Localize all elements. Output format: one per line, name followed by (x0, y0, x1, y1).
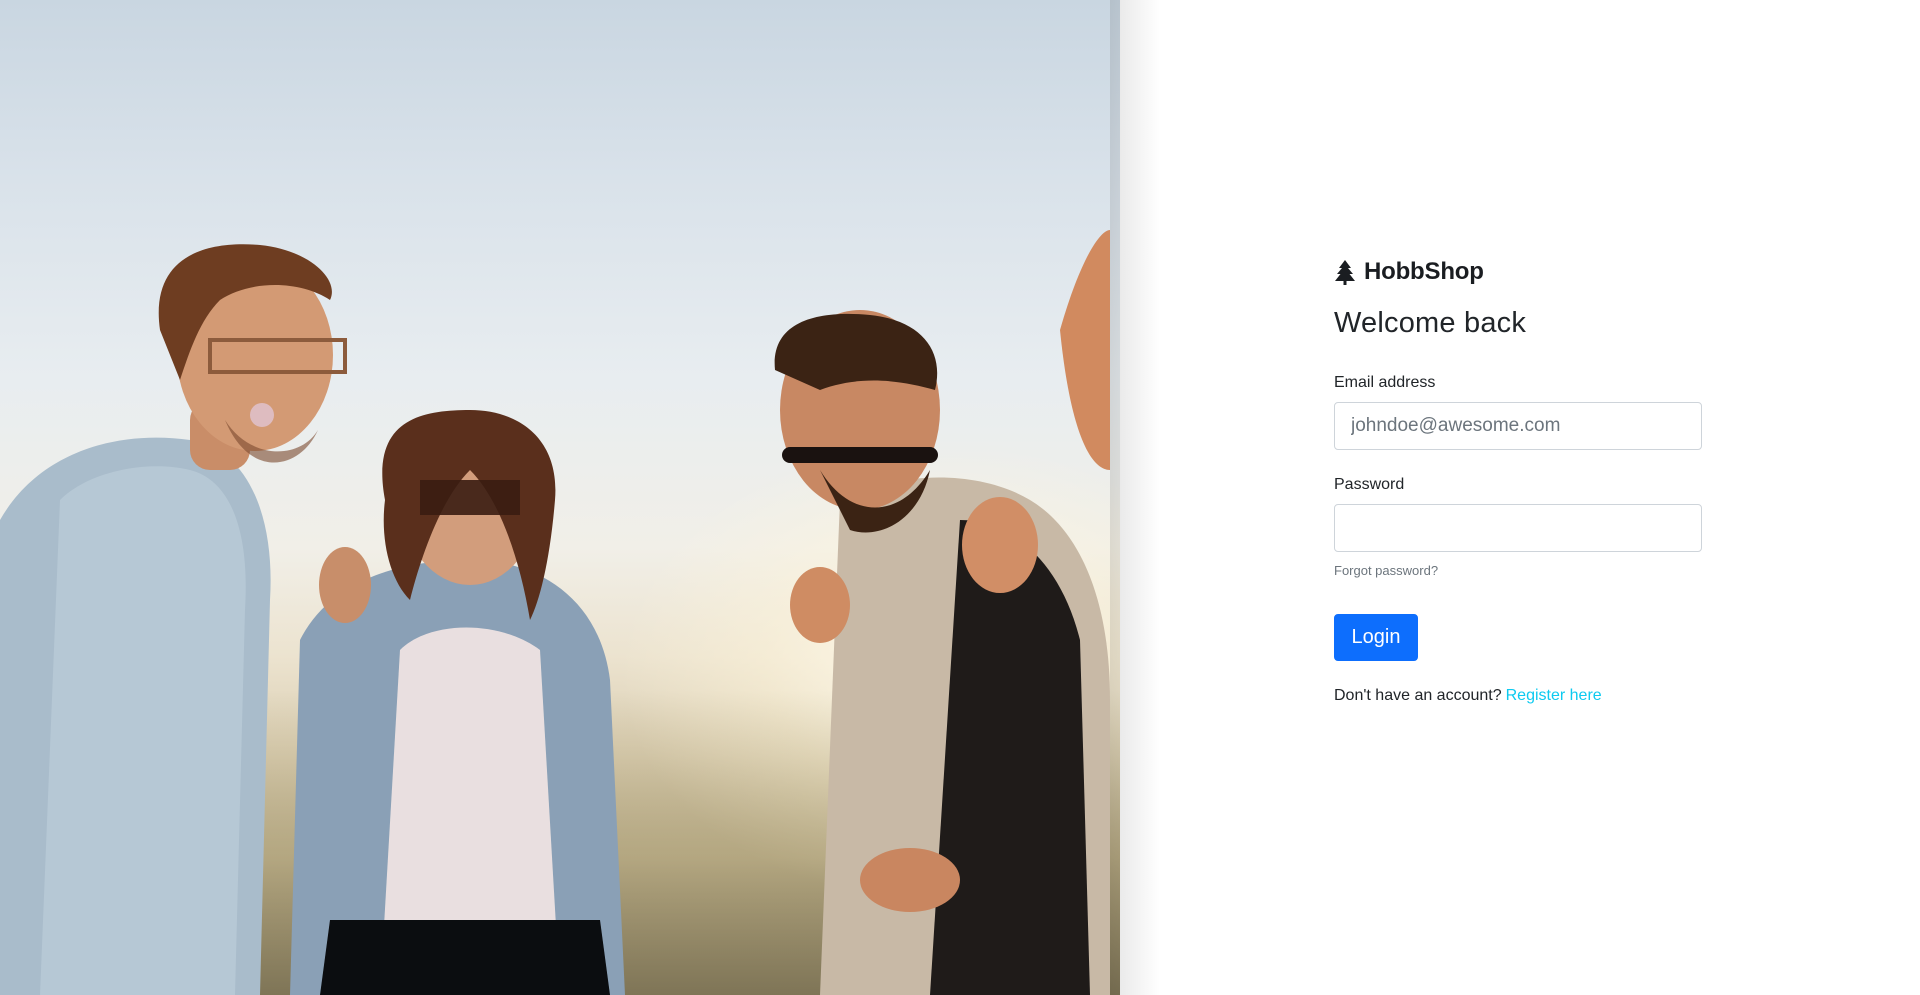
login-button[interactable]: Login (1334, 614, 1418, 661)
person-middle-woman (290, 410, 625, 995)
register-prompt-text: Don't have an account? (1334, 687, 1502, 704)
hero-photo (0, 0, 1120, 995)
person-right-man (774, 230, 1110, 995)
people-illustration (0, 230, 1110, 995)
login-page: HobbShop Welcome back Email address Pass… (0, 0, 1920, 995)
password-input[interactable] (1334, 504, 1702, 552)
login-panel: HobbShop Welcome back Email address Pass… (1334, 255, 1702, 705)
password-field-group: Password (1334, 476, 1702, 552)
tree-icon (1334, 259, 1356, 285)
brand[interactable]: HobbShop (1334, 255, 1702, 289)
page-title: Welcome back (1334, 307, 1527, 339)
forgot-password-link[interactable]: Forgot password? (1334, 563, 1438, 578)
register-link[interactable]: Register here (1506, 687, 1602, 704)
password-label: Password (1334, 476, 1405, 493)
email-input[interactable] (1334, 402, 1702, 450)
register-prompt: Don't have an account? Register here (1334, 687, 1702, 705)
email-label: Email address (1334, 374, 1436, 391)
hero-edge-shadow (1110, 0, 1160, 995)
brand-name: HobbShop (1364, 258, 1484, 285)
email-field-group: Email address (1334, 374, 1702, 450)
